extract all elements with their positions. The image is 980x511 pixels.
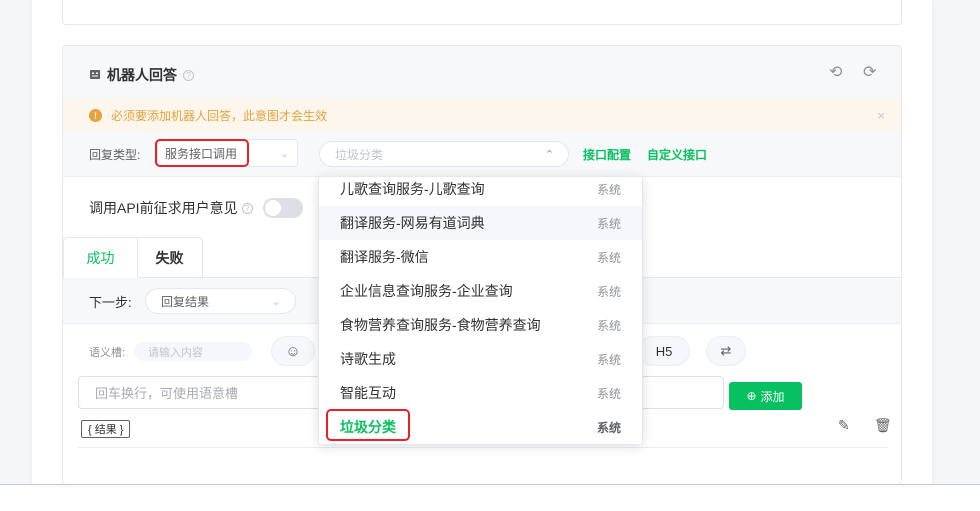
dropdown-option[interactable]: 儿歌查询服务-儿歌查询 系统 [319,177,642,206]
edit-icon[interactable]: ✎ [838,417,850,434]
undo-icon[interactable]: ⟲ [829,62,842,82]
help-icon[interactable]: ? [183,69,194,81]
bottom-divider [0,484,980,485]
tab-fail[interactable]: 失败 [137,237,203,278]
api-consent-label: 调用API前征求用户意见 [89,200,238,216]
dropdown-option-tag: 系统 [597,420,622,435]
dropdown-option-tag: 系统 [597,386,622,401]
dropdown-option-tag: 系统 [597,182,622,197]
previous-section-card [62,0,902,25]
dropdown-option-tag: 系统 [597,250,622,265]
h5-button[interactable]: H5 [638,336,690,366]
service-dropdown: 儿歌查询服务-儿歌查询 系统 翻译服务-网易有道词典 系统 翻译服务-微信 系统… [318,176,643,445]
chevron-down-icon: ⌄ [271,295,281,308]
custom-interface-link[interactable]: 自定义接口 [647,146,707,163]
dropdown-option[interactable]: 智能互动 系统 [319,376,642,410]
dropdown-option-label: 儿歌查询服务-儿歌查询 [340,181,485,197]
add-button-label: 添加 [760,389,785,404]
dropdown-option-tag: 系统 [597,216,622,231]
dropdown-option-tag: 系统 [597,352,622,367]
api-consent-row: 调用API前征求用户意见 ? [89,198,303,218]
service-select-placeholder: 垃圾分类 [335,147,384,162]
interface-config-link[interactable]: 接口配置 [583,146,631,163]
dropdown-option-label: 翻译服务-微信 [340,249,429,265]
dropdown-option[interactable]: 企业信息查询服务-企业查询 系统 [319,274,642,308]
next-step-value: 回复结果 [161,294,210,309]
tab-success[interactable]: 成功 [63,237,138,278]
warning-text: 必须要添加机器人回答，此意图才会生效 [111,109,328,123]
reply-textarea-placeholder: 回车换行，可使用语意槽 [95,386,239,401]
dropdown-option[interactable]: 食物营养查询服务-食物营养查询 系统 [319,308,642,342]
redo-icon[interactable]: ⟳ [863,62,876,82]
robot-answer-title-text: 机器人回答 [107,67,177,83]
dropdown-option[interactable]: 翻译服务-微信 系统 [319,240,642,274]
dropdown-option-label: 智能互动 [340,385,396,401]
next-step-label: 下一步: [89,295,132,310]
dropdown-option-label: 翻译服务-网易有道词典 [340,215,485,231]
api-consent-toggle[interactable] [262,198,303,218]
format-button[interactable]: ⇄ [706,336,746,366]
close-icon[interactable]: × [877,108,885,123]
slot-input-placeholder: 请输入内容 [148,346,203,359]
format-icon: ⇄ [720,343,732,358]
dropdown-option[interactable]: 诗歌生成 系统 [319,342,642,376]
dropdown-option-label: 企业信息查询服务-企业查询 [340,283,513,299]
next-step-select[interactable]: 回复结果 ⌄ [145,288,296,314]
dropdown-option-label: 食物营养查询服务-食物营养查询 [340,317,541,333]
dropdown-option-tag: 系统 [597,318,622,333]
highlight-box [326,409,410,441]
warning-alert: ! 必须要添加机器人回答，此意图才会生效 × [63,99,901,132]
help-icon[interactable]: ? [241,202,253,214]
robot-answer-title: 机器人回答 ? [89,65,194,85]
add-button[interactable]: ⊕ 添加 [729,382,802,410]
chevron-up-icon: ⌃ [544,148,554,161]
service-select[interactable]: 垃圾分类 ⌃ [319,141,569,167]
emoji-icon: ☺ [285,342,301,360]
emoji-button[interactable]: ☺ [271,336,315,366]
slot-label: 语义槽: [89,347,126,359]
robot-icon [90,70,100,79]
dropdown-option-tag: 系统 [597,284,622,299]
dropdown-option[interactable]: 翻译服务-网易有道词典 系统 [319,206,642,240]
plus-circle-icon: ⊕ [746,389,757,403]
dropdown-option-label: 诗歌生成 [340,351,396,367]
highlight-box [155,139,249,167]
reply-type-label: 回复类型: [89,147,141,162]
result-slot-tag: { 结果 } [81,420,131,438]
warning-icon: ! [89,109,102,122]
delete-icon[interactable]: 🗑 [874,417,892,434]
slot-input[interactable]: 请输入内容 [134,342,252,361]
chevron-down-icon: ⌄ [279,147,289,160]
